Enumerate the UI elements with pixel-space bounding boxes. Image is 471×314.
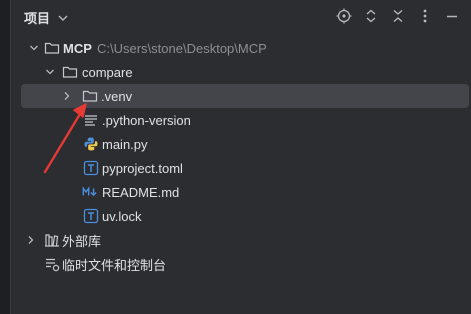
locate-icon[interactable]	[335, 7, 353, 25]
chevron-down-icon[interactable]	[28, 42, 40, 54]
tree-row-file[interactable]: README.md	[11, 180, 471, 204]
project-view-selector[interactable]: 项目	[24, 8, 70, 27]
folder-icon	[62, 66, 78, 78]
panel-toolbar	[335, 7, 461, 25]
python-file-icon	[84, 137, 98, 151]
text-file-icon	[85, 115, 97, 126]
tree-row-external-libraries[interactable]: 外部库	[11, 228, 471, 252]
chevron-down-icon	[58, 15, 68, 21]
chevron-right-icon[interactable]	[61, 90, 73, 102]
panel-title: 项目	[24, 11, 51, 26]
tree-row-file[interactable]: main.py	[11, 132, 471, 156]
folder-icon	[82, 90, 98, 102]
chevron-down-icon[interactable]	[44, 66, 56, 78]
tree-row-file[interactable]: uv.lock	[11, 204, 471, 228]
expand-collapse-icon[interactable]	[362, 7, 380, 25]
root-folder-name: MCP	[63, 40, 92, 56]
tool-window-strip	[0, 0, 11, 314]
more-options-icon[interactable]	[416, 7, 434, 25]
file-name: pyproject.toml	[102, 160, 183, 176]
folder-name: .venv	[101, 88, 133, 104]
file-name: uv.lock	[102, 208, 142, 224]
project-panel-header: 项目	[11, 0, 471, 34]
library-icon	[45, 234, 59, 247]
file-name: README.md	[102, 184, 180, 200]
chevron-right-icon[interactable]	[25, 234, 37, 246]
lock-file-icon	[83, 208, 99, 224]
folder-name: compare	[82, 64, 133, 80]
markdown-file-icon	[82, 186, 97, 197]
hide-icon[interactable]	[443, 7, 461, 25]
external-libraries-label: 外部库	[62, 233, 102, 249]
file-name: main.py	[102, 136, 148, 152]
tree-row-file[interactable]: .python-version	[11, 108, 471, 132]
scratches-icon	[46, 258, 60, 272]
tree-row-venv[interactable]: .venv	[21, 84, 469, 108]
tree-row-scratches[interactable]: 临时文件和控制台	[11, 252, 471, 276]
tree-row-root[interactable]: MCP C:\Users\stone\Desktop\MCP	[11, 36, 471, 60]
folder-icon	[44, 42, 60, 54]
root-folder-path: C:\Users\stone\Desktop\MCP	[97, 40, 267, 56]
project-tree: MCP C:\Users\stone\Desktop\MCP compare .…	[11, 36, 471, 276]
file-name: .python-version	[102, 112, 191, 128]
tree-row-file[interactable]: pyproject.toml	[11, 156, 471, 180]
toml-file-icon	[83, 160, 99, 176]
collapse-all-icon[interactable]	[389, 7, 407, 25]
scratches-label: 临时文件和控制台	[62, 257, 167, 273]
tree-row-compare[interactable]: compare	[11, 60, 471, 84]
